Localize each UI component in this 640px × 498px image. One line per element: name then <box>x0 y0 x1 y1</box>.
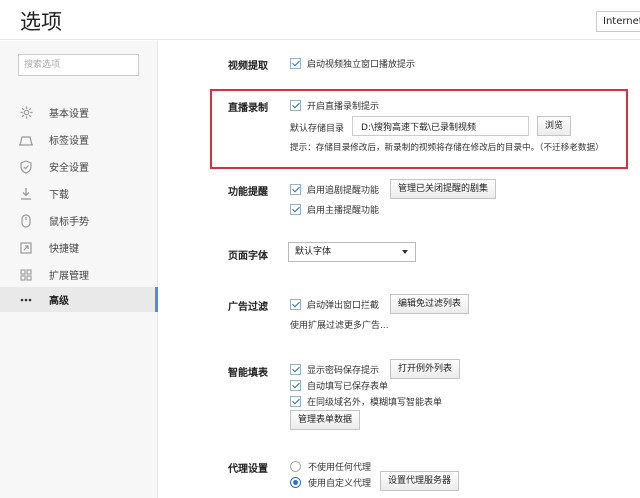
live-record-checkbox[interactable] <box>290 100 301 111</box>
gear-icon <box>19 106 33 120</box>
extension-filter-link[interactable]: 使用扩展过滤更多广告... <box>290 318 389 331</box>
sidebar-item-download[interactable]: 下载 <box>0 181 158 206</box>
storage-dir-label: 默认存储目录 <box>290 124 345 134</box>
edit-whitelist-button[interactable]: 编辑免过滤列表 <box>390 294 470 314</box>
drama-reminder-checkbox[interactable] <box>290 184 301 195</box>
sidebar-item-extensions[interactable]: 扩展管理 <box>0 262 158 287</box>
manage-closed-reminders-button[interactable]: 管理已关闭提醒的剧集 <box>390 179 497 199</box>
sidebar: 基本设置 标签设置 安全设置 下载 鼠标手势 快捷键 扩展管理 <box>0 41 158 498</box>
search-input[interactable] <box>18 54 139 76</box>
sidebar-item-advanced[interactable]: 高级 <box>0 287 158 312</box>
section-label-adblock: 广告过滤 <box>228 302 268 313</box>
internet-options-button[interactable]: Internet选 <box>596 11 640 32</box>
sidebar-item-label: 安全设置 <box>49 163 89 174</box>
extensions-icon <box>19 268 33 282</box>
live-record-checkbox-row[interactable]: 开启直播录制提示 <box>290 99 379 112</box>
more-icon <box>19 293 33 307</box>
sidebar-item-label: 鼠标手势 <box>49 217 89 228</box>
video-popup-checkbox[interactable] <box>290 58 301 69</box>
sidebar-item-label: 标签设置 <box>49 136 89 147</box>
autofill-saved-checkbox[interactable] <box>290 380 301 391</box>
section-label-autofill: 智能填表 <box>228 368 268 379</box>
section-label-video: 视频提取 <box>228 61 268 72</box>
popup-block-checkbox[interactable] <box>290 299 301 310</box>
sidebar-item-mouse-gesture[interactable]: 鼠标手势 <box>0 208 158 233</box>
section-label-font: 页面字体 <box>228 251 268 262</box>
font-select-value: 默认字体 <box>295 247 332 257</box>
section-label-proxy: 代理设置 <box>228 464 268 475</box>
storage-hint: 提示：存储目录修改后，新录制的视频将存储在修改后的目录中。（不迁移老数据） <box>290 143 604 153</box>
checkbox-label: 启用追剧提醒功能 <box>307 186 380 196</box>
custom-proxy-radio[interactable] <box>290 477 301 488</box>
download-icon <box>19 187 33 201</box>
tab-icon <box>19 133 33 147</box>
shield-icon <box>19 159 33 174</box>
sidebar-item-label: 高级 <box>49 296 69 307</box>
browse-button[interactable]: 浏览 <box>537 116 572 136</box>
mouse-icon <box>19 213 33 228</box>
section-label-reminder: 功能提醒 <box>228 187 268 198</box>
fuzzy-fill-checkbox[interactable] <box>290 396 301 407</box>
sidebar-item-label: 快捷键 <box>49 244 79 255</box>
chevron-down-icon <box>402 250 408 254</box>
checkbox-label: 开启直播录制提示 <box>307 102 380 112</box>
custom-proxy-radio-row[interactable]: 使用自定义代理 <box>290 476 371 489</box>
checkbox-label: 在同级域名外，模糊填写智能表单 <box>307 398 443 408</box>
storage-dir-input[interactable] <box>352 116 529 136</box>
popup-block-checkbox-row[interactable]: 启动弹出窗口拦截 <box>290 298 379 311</box>
sidebar-item-security[interactable]: 安全设置 <box>0 154 158 179</box>
no-proxy-radio-row[interactable]: 不使用任何代理 <box>290 460 371 473</box>
checkbox-label: 启动弹出窗口拦截 <box>307 301 380 311</box>
fuzzy-fill-checkbox-row[interactable]: 在同级域名外，模糊填写智能表单 <box>290 395 442 408</box>
sidebar-item-basic[interactable]: 基本设置 <box>0 100 158 125</box>
checkbox-label: 启用主播提醒功能 <box>307 206 380 216</box>
password-prompt-checkbox-row[interactable]: 显示密码保存提示 <box>290 363 379 376</box>
checkbox-label: 启动视频独立窗口播放提示 <box>307 60 416 70</box>
password-prompt-checkbox[interactable] <box>290 364 301 375</box>
drama-reminder-checkbox-row[interactable]: 启用追剧提醒功能 <box>290 183 379 196</box>
video-popup-checkbox-row[interactable]: 启动视频独立窗口播放提示 <box>290 57 415 70</box>
radio-label: 不使用任何代理 <box>308 463 372 473</box>
section-label-live: 直播录制 <box>228 103 268 114</box>
font-select[interactable]: 默认字体 <box>288 242 416 262</box>
sidebar-item-label: 扩展管理 <box>49 271 89 282</box>
shortcut-icon <box>19 241 33 255</box>
radio-label: 使用自定义代理 <box>308 479 372 489</box>
manage-form-data-button[interactable]: 管理表单数据 <box>290 410 361 430</box>
checkbox-label: 显示密码保存提示 <box>307 366 380 376</box>
page-title: 选项 <box>20 10 62 34</box>
sidebar-item-label: 基本设置 <box>49 109 89 120</box>
autofill-saved-checkbox-row[interactable]: 自动填写已保存表单 <box>290 379 388 392</box>
streamer-reminder-checkbox-row[interactable]: 启用主播提醒功能 <box>290 203 379 216</box>
checkbox-label: 自动填写已保存表单 <box>307 382 389 392</box>
sidebar-item-tabs[interactable]: 标签设置 <box>0 127 158 152</box>
open-exceptions-button[interactable]: 打开例外列表 <box>390 359 461 379</box>
set-proxy-server-button[interactable]: 设置代理服务器 <box>380 471 460 491</box>
streamer-reminder-checkbox[interactable] <box>290 204 301 215</box>
sidebar-item-shortcuts[interactable]: 快捷键 <box>0 235 158 260</box>
header: 选项 Internet选 <box>0 0 640 40</box>
no-proxy-radio[interactable] <box>290 461 301 472</box>
sidebar-item-label: 下载 <box>49 190 69 201</box>
